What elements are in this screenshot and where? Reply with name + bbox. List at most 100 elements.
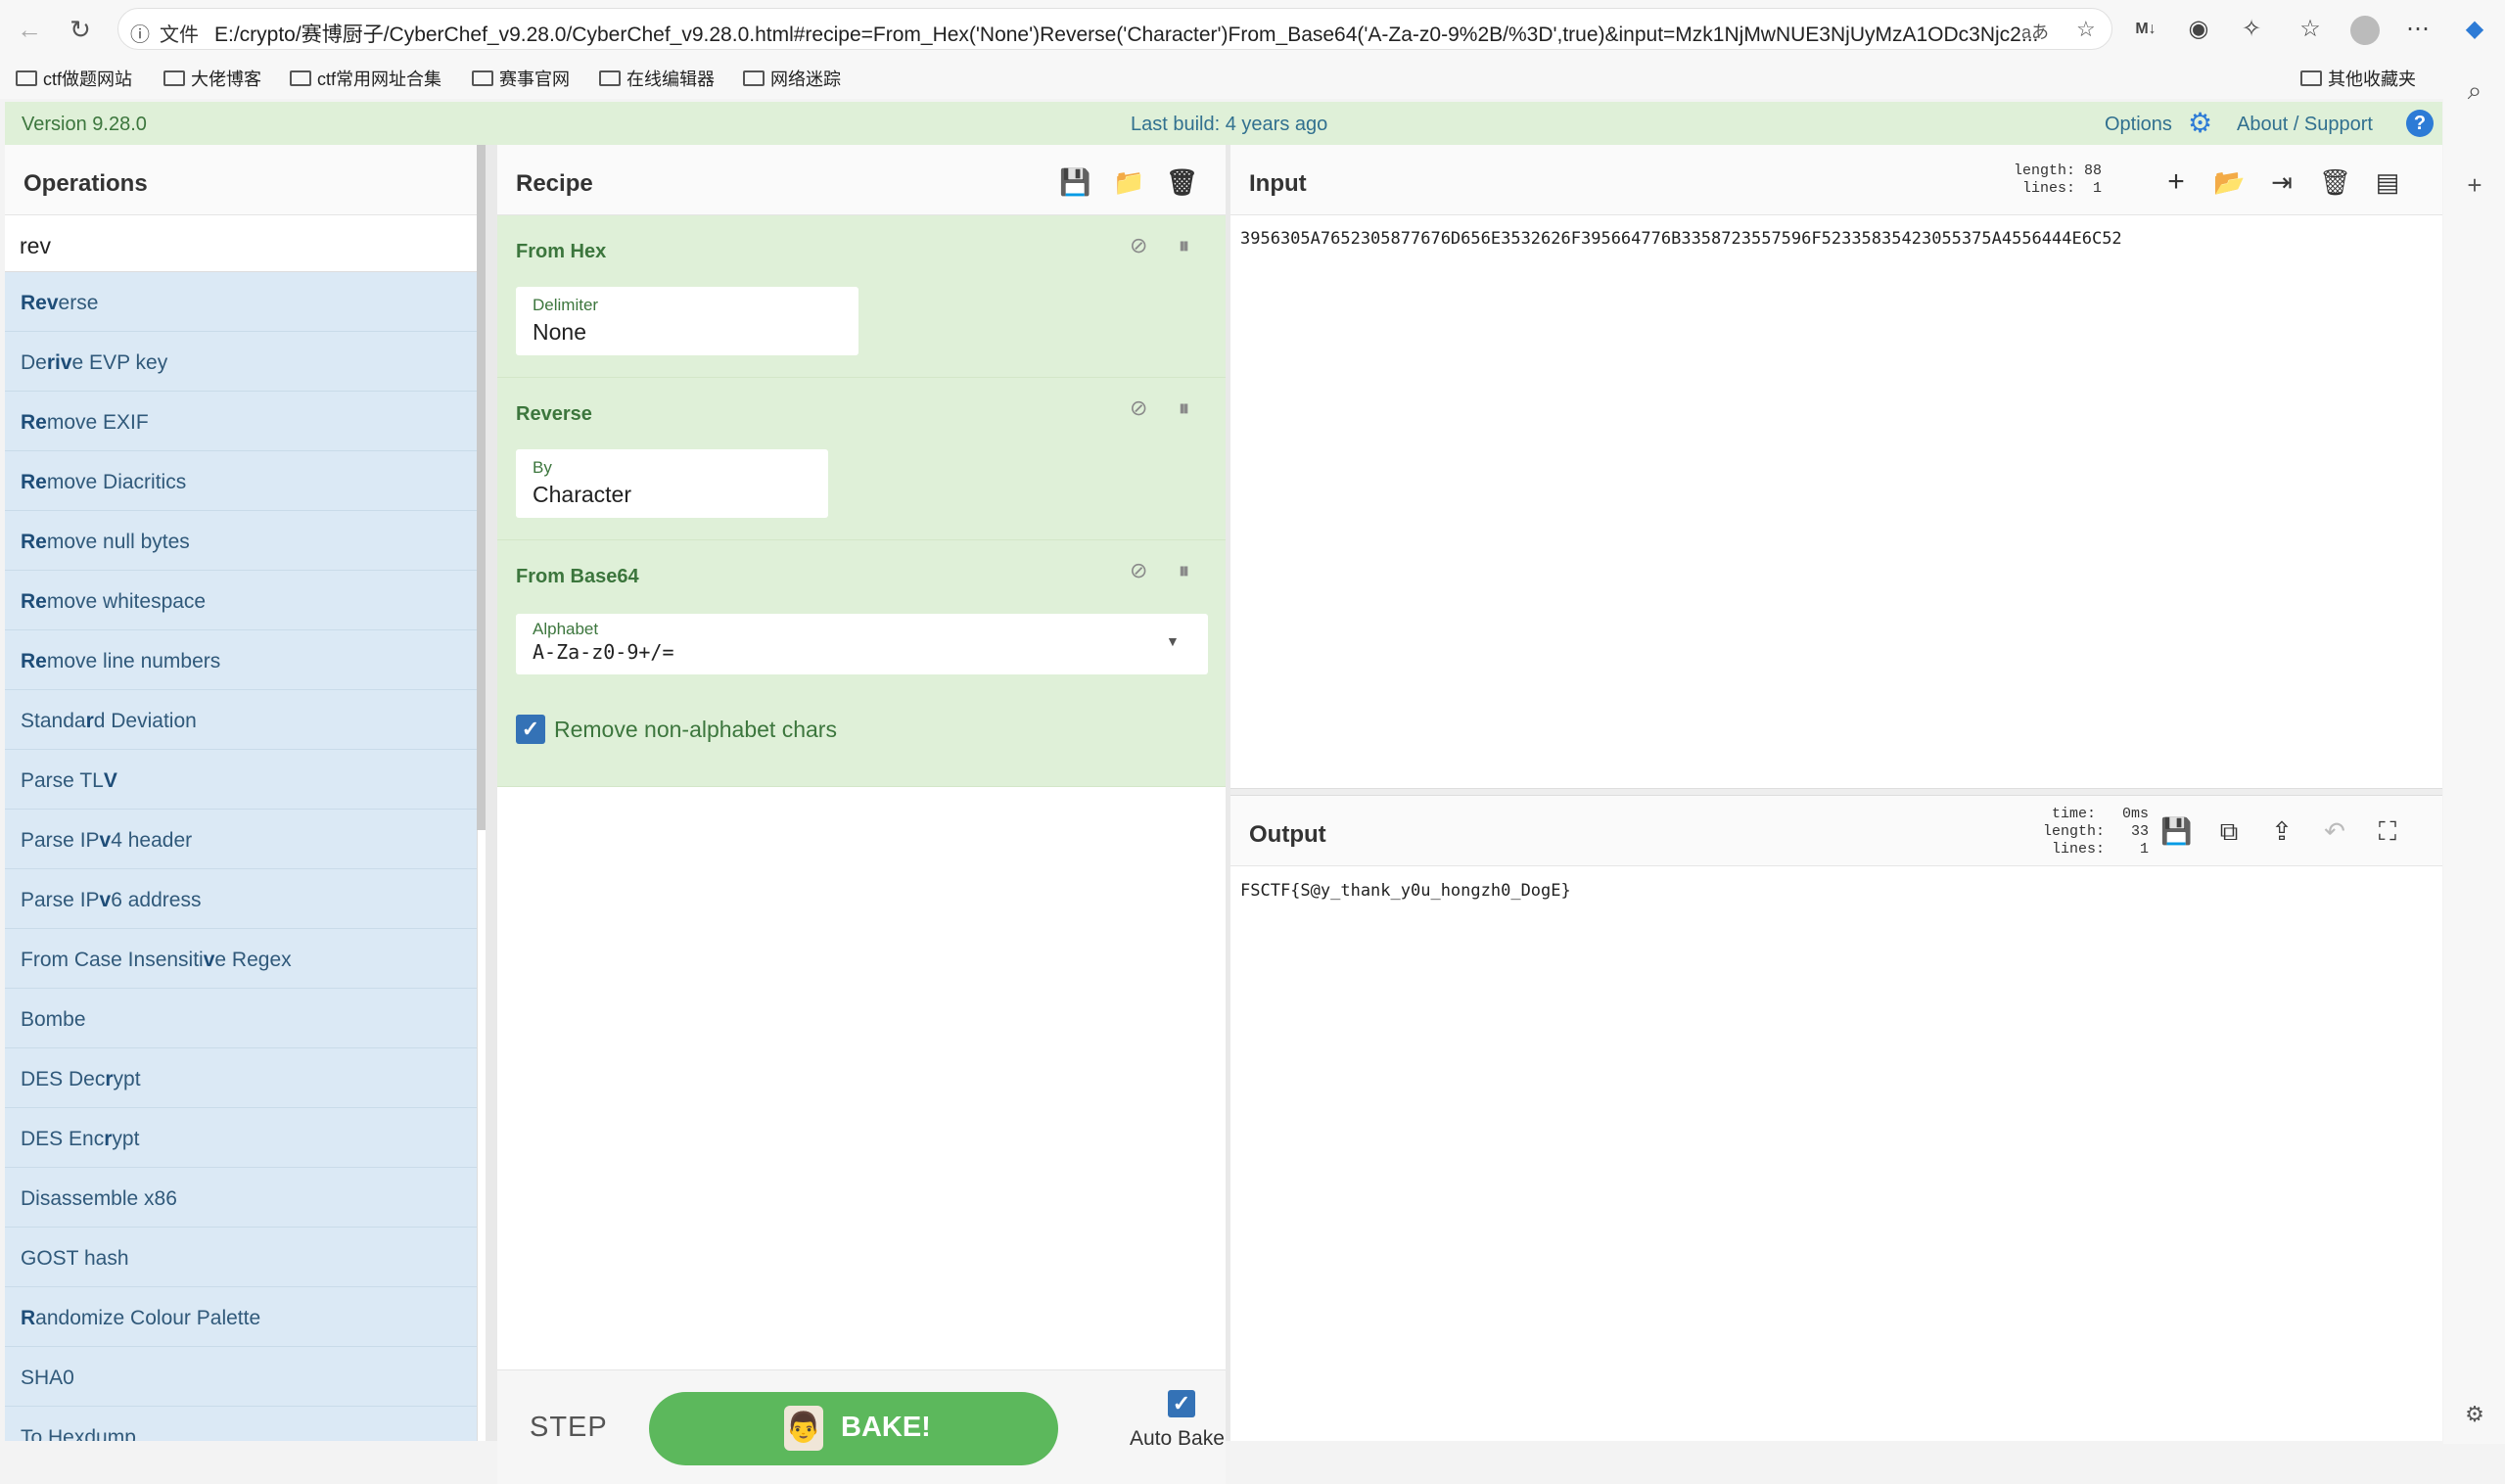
operation-label-part: DES Enc (21, 1128, 105, 1150)
undo-icon[interactable]: ↶ (2319, 815, 2350, 847)
recipe-title: Recipe (516, 170, 593, 197)
about-support-link[interactable]: About / Support (2237, 114, 2373, 136)
io-splitter[interactable] (1230, 788, 2442, 796)
bookmark-folder[interactable]: ctf做题网站 (16, 66, 132, 91)
breakpoint-pause-icon[interactable]: ⏸ (1179, 395, 1189, 421)
more-menu-icon[interactable]: ⋯ (2400, 12, 2435, 47)
operation-item[interactable]: Remove Diacritics (5, 451, 477, 511)
copilot-icon[interactable]: ◆ (2457, 12, 2492, 47)
operation-item[interactable]: Remove null bytes (5, 511, 477, 571)
clear-recipe-trash-icon[interactable]: 🗑 (1166, 166, 1198, 198)
step-button[interactable]: STEP (530, 1412, 608, 1444)
operation-label-part: Parse IP (21, 889, 100, 911)
operation-item[interactable]: Reverse (5, 272, 477, 332)
breakpoint-pause-icon[interactable]: ⏸ (1179, 233, 1189, 258)
operation-item[interactable]: Parse TLV (5, 750, 477, 810)
add-icon[interactable]: + (2458, 168, 2491, 202)
operation-item[interactable]: Randomize Colour Palette (5, 1287, 477, 1347)
operation-label-part: ypt (112, 1128, 140, 1150)
recipe-op-reverse[interactable]: Reverse ⊘ ⏸ By Character (497, 378, 1226, 540)
operations-search-input[interactable]: rev (5, 215, 477, 272)
bookmark-folder[interactable]: 赛事官网 (472, 66, 570, 91)
operation-item[interactable]: GOST hash (5, 1228, 477, 1287)
load-recipe-folder-icon[interactable]: 📁 (1113, 166, 1144, 198)
field-value[interactable]: Character (533, 482, 631, 508)
extensions-puzzle-icon[interactable]: ✧ (2234, 12, 2269, 47)
operation-item[interactable]: To Hexdump (5, 1407, 477, 1441)
operation-item[interactable]: Derive EVP key (5, 332, 477, 392)
disable-op-icon[interactable]: ⊘ (1130, 233, 1147, 258)
operation-item[interactable]: Disassemble x86 (5, 1168, 477, 1228)
operation-label-part: 6 address (111, 889, 202, 911)
profile-avatar[interactable] (2347, 12, 2383, 47)
operation-item[interactable]: Remove EXIF (5, 392, 477, 451)
operation-item[interactable]: SHA0 (5, 1347, 477, 1407)
bake-button[interactable]: 👨 BAKE! (649, 1392, 1058, 1465)
operation-item[interactable]: Parse IPv4 header (5, 810, 477, 869)
maximise-output-icon[interactable]: ⛶ (2372, 815, 2403, 847)
field-value[interactable]: A-Za-z0-9+/= (533, 640, 674, 664)
operation-item[interactable]: Parse IPv6 address (5, 869, 477, 929)
recipe-op-from-base64[interactable]: From Base64 ⊘ ⏸ Alphabet A-Za-z0-9+/= ▼ … (497, 540, 1226, 787)
replace-input-icon[interactable]: ⇪ (2266, 815, 2297, 847)
operation-item[interactable]: DES Decrypt (5, 1048, 477, 1108)
panel-divider[interactable] (486, 145, 497, 1441)
reload-icon[interactable]: ↻ (63, 12, 98, 47)
url-text[interactable]: E:/crypto/赛博厨子/CyberChef_v9.28.0/CyberCh… (214, 19, 2109, 48)
save-output-icon[interactable]: 💾 (2160, 815, 2192, 847)
search-match-highlight: R (21, 1307, 36, 1329)
disable-op-icon[interactable]: ⊘ (1130, 395, 1147, 421)
bookmark-folder[interactable]: 在线编辑器 (599, 66, 715, 91)
alphabet-select[interactable]: Alphabet A-Za-z0-9+/= ▼ (516, 614, 1208, 674)
extension-circle-icon[interactable]: ◉ (2181, 12, 2216, 47)
output-text[interactable]: FSCTF{S@y_thank_y0u_hongzh0_DogE} (1240, 881, 1571, 901)
clear-input-trash-icon[interactable]: 🗑 (2319, 166, 2351, 198)
operation-item[interactable]: Bombe (5, 989, 477, 1048)
by-field[interactable]: By Character (516, 449, 828, 518)
add-tab-plus-icon[interactable]: + (2160, 166, 2192, 198)
open-folder-input-icon[interactable]: ⇥ (2266, 166, 2297, 198)
checkbox-label[interactable]: Remove non-alphabet chars (554, 717, 837, 743)
help-question-icon[interactable]: ? (2406, 110, 2434, 137)
operation-item[interactable]: Remove whitespace (5, 571, 477, 630)
settings-gear-icon[interactable]: ⚙ (2458, 1398, 2491, 1431)
options-gear-icon[interactable]: ⚙ (2188, 110, 2215, 137)
markdown-extension-icon[interactable]: M↓ (2128, 12, 2163, 47)
field-value[interactable]: None (533, 319, 586, 346)
operation-item[interactable]: Remove line numbers (5, 630, 477, 690)
input-textarea[interactable]: 3956305A7652305877676D656E3532626F395664… (1240, 229, 2122, 249)
search-match-highlight: Re (21, 650, 47, 672)
read-aloud-icon[interactable]: aあ (2021, 19, 2049, 44)
folder-icon (16, 70, 37, 86)
site-info-icon[interactable]: ⓘ (130, 19, 150, 47)
back-arrow-icon[interactable]: ← (12, 12, 47, 47)
favorite-star-icon[interactable]: ☆ (2076, 17, 2096, 42)
operation-item[interactable]: DES Encrypt (5, 1108, 477, 1168)
open-file-folder-icon[interactable]: 📂 (2213, 166, 2245, 198)
operations-title: Operations (5, 145, 477, 215)
bookmark-folder[interactable]: ctf常用网址合集 (290, 66, 441, 91)
breakpoint-pause-icon[interactable]: ⏸ (1179, 558, 1189, 583)
address-bar[interactable]: ⓘ 文件 E:/crypto/赛博厨子/CyberChef_v9.28.0/Cy… (117, 8, 2112, 50)
disable-op-icon[interactable]: ⊘ (1130, 558, 1147, 583)
recipe-op-from-hex[interactable]: From Hex ⊘ ⏸ Delimiter None (497, 215, 1226, 378)
operation-item[interactable]: Standard Deviation (5, 690, 477, 750)
operation-label-part: From Case Insensiti (21, 949, 204, 971)
auto-bake-checkbox[interactable]: ✓ (1168, 1390, 1195, 1417)
bookmark-folder[interactable]: 大佬博客 (163, 66, 261, 91)
op-title: From Hex (516, 241, 607, 262)
search-match-highlight: Rev (21, 292, 59, 314)
remove-non-alphabet-checkbox[interactable]: ✓ (516, 715, 545, 744)
reset-layout-icon[interactable]: ▤ (2372, 166, 2403, 198)
bookmark-folder[interactable]: 网络迷踪 (743, 66, 841, 91)
delimiter-field[interactable]: Delimiter None (516, 287, 858, 355)
copy-output-icon[interactable]: ⧉ (2213, 815, 2245, 847)
operation-item[interactable]: From Case Insensitive Regex (5, 929, 477, 989)
search-icon[interactable]: ⌕ (2458, 73, 2491, 107)
options-link[interactable]: Options (2105, 114, 2172, 136)
favorites-list-icon[interactable]: ☆ (2293, 12, 2328, 47)
other-bookmarks-folder[interactable]: 其他收藏夹 (2300, 66, 2416, 91)
save-recipe-icon[interactable]: 💾 (1059, 166, 1090, 198)
chevron-down-icon[interactable]: ▼ (1166, 633, 1180, 649)
auto-bake-label[interactable]: Auto Bake (1130, 1427, 1225, 1451)
